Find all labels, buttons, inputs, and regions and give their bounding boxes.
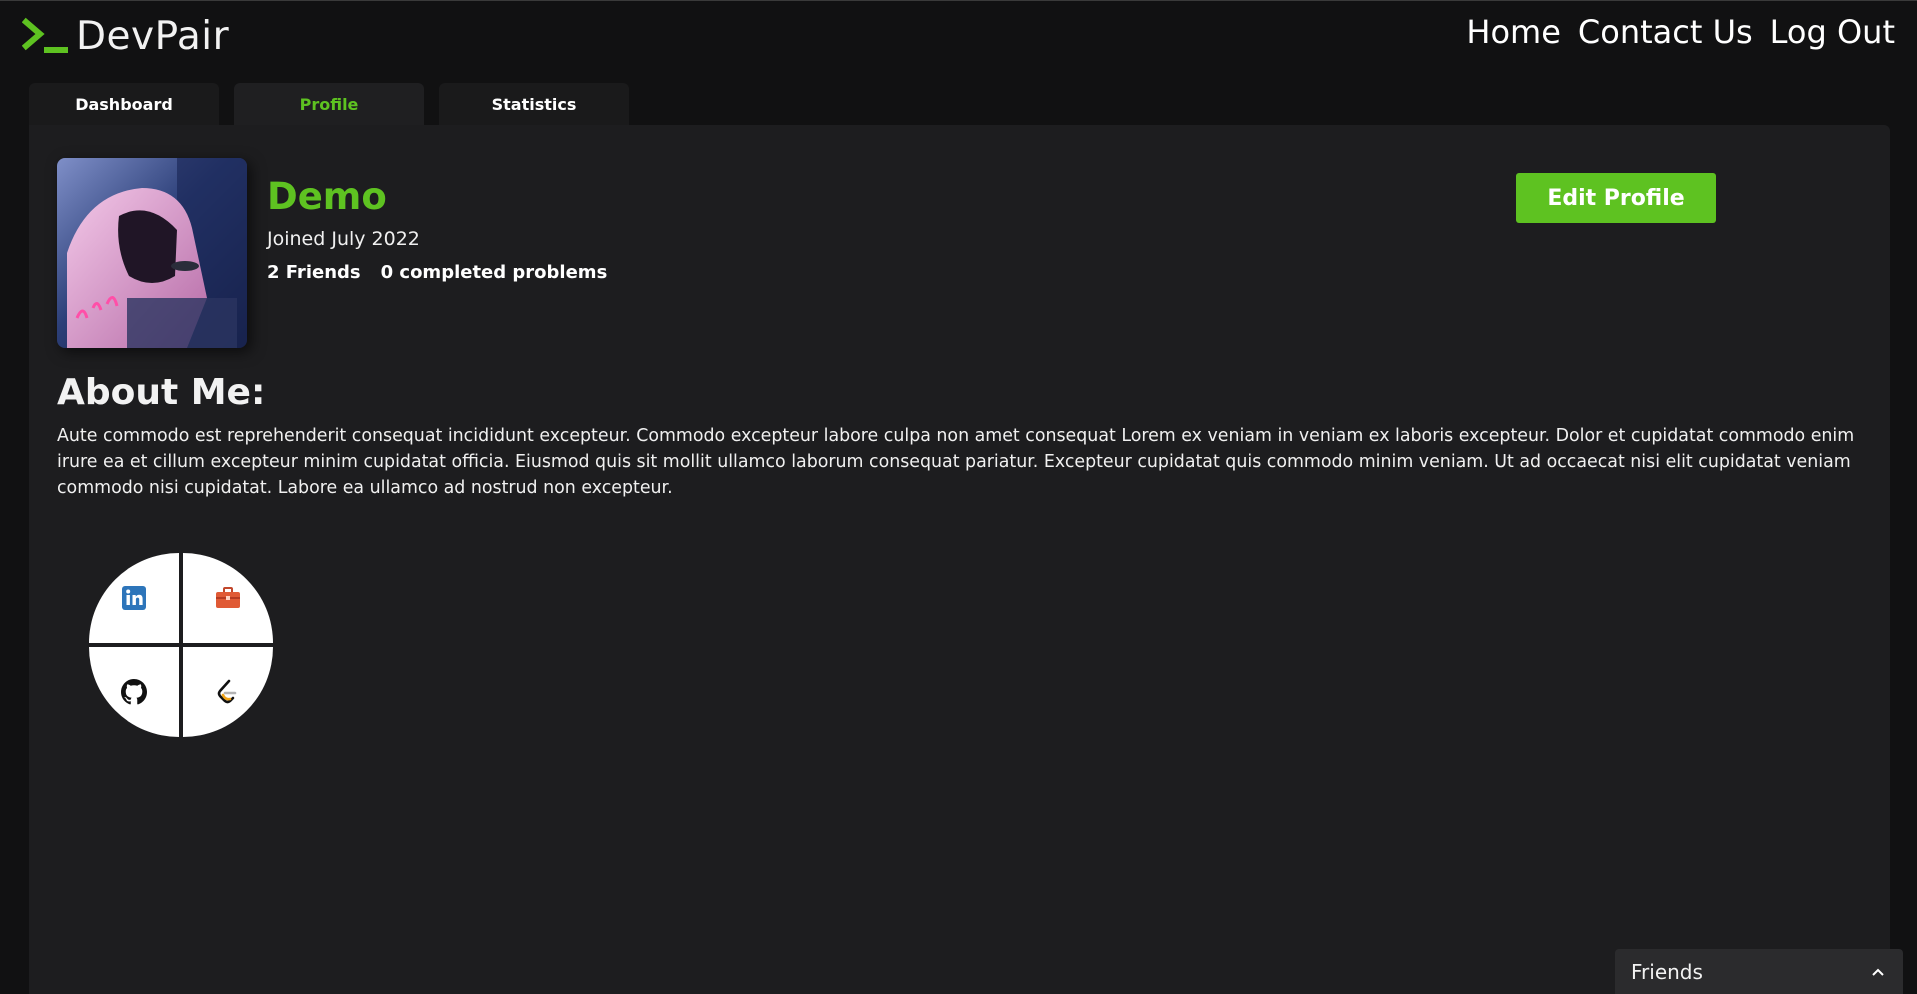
top-navbar: DevPair Home Contact Us Log Out (0, 0, 1917, 70)
portfolio-link[interactable] (183, 553, 273, 643)
brand-name: DevPair (76, 13, 230, 59)
linkedin-icon (122, 586, 146, 610)
terminal-prompt-icon (22, 17, 68, 53)
friends-panel-label: Friends (1631, 959, 1703, 984)
leetcode-icon (217, 679, 237, 704)
github-link[interactable] (89, 647, 179, 737)
tab-statistics[interactable]: Statistics (439, 83, 629, 125)
leetcode-link[interactable] (183, 647, 273, 737)
nav-home-link[interactable]: Home (1466, 13, 1561, 51)
portfolio-icon (216, 587, 240, 608)
friends-count[interactable]: 2 Friends (267, 262, 361, 283)
tab-bar: Dashboard Profile Statistics (29, 83, 629, 125)
about-heading: About Me: (57, 372, 266, 413)
profile-stats: 2 Friends 0 completed problems (267, 262, 607, 283)
profile-username: Demo (267, 175, 387, 218)
linkedin-link[interactable] (89, 553, 179, 643)
completed-problems-count: 0 completed problems (380, 262, 608, 283)
about-text: Aute commodo est reprehenderit consequat… (57, 426, 1855, 498)
nav-logout-link[interactable]: Log Out (1770, 13, 1895, 51)
avatar-image (57, 158, 247, 348)
main-nav: Home Contact Us Log Out (1466, 13, 1895, 51)
friends-panel-toggle[interactable]: Friends (1615, 949, 1903, 994)
brand-logo[interactable]: DevPair (22, 11, 229, 61)
tab-dashboard[interactable]: Dashboard (29, 83, 219, 125)
tab-profile[interactable]: Profile (234, 83, 424, 125)
profile-panel: Demo Joined July 2022 2 Friends 0 comple… (29, 125, 1890, 994)
chevron-up-icon (1872, 968, 1884, 976)
profile-joined-date: Joined July 2022 (267, 228, 420, 250)
social-links (89, 553, 273, 737)
github-icon (121, 679, 147, 705)
edit-profile-button[interactable]: Edit Profile (1516, 173, 1716, 223)
nav-contact-link[interactable]: Contact Us (1578, 13, 1753, 51)
avatar (57, 158, 247, 348)
